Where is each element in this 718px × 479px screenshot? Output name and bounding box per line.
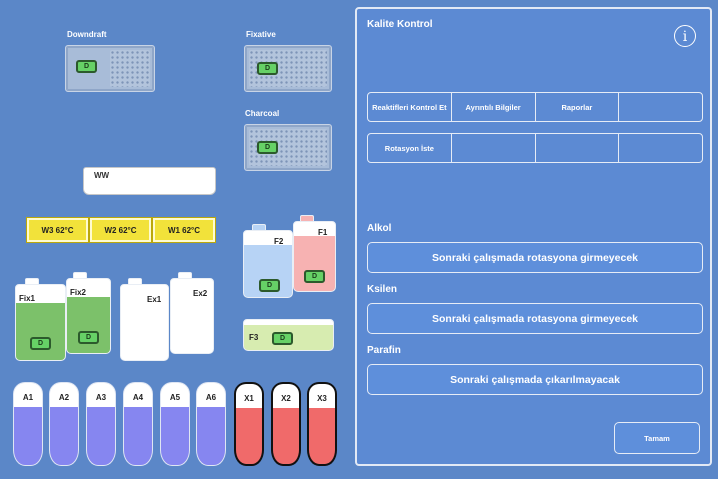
quality-control-panel: Kalite Kontrol i Reaktifleri Kontrol Et …: [355, 7, 712, 466]
bottle-ex1-label: Ex1: [147, 295, 162, 304]
tab-detailed-info[interactable]: Ayrıntılı Bilgiler: [452, 93, 536, 121]
tube-a1[interactable]: A1: [13, 382, 43, 466]
tube-x3[interactable]: X3: [307, 382, 337, 466]
tube-a6[interactable]: A6: [196, 382, 226, 466]
fixative-filter[interactable]: D: [244, 45, 332, 92]
tube-label: A3: [95, 393, 107, 402]
tube-label: A2: [58, 393, 70, 402]
bottle-ex2-label: Ex2: [193, 289, 208, 298]
bottle-fix1[interactable]: Fix1 D: [15, 284, 66, 361]
charcoal-label: Charcoal: [245, 109, 280, 118]
tube-x2[interactable]: X2: [271, 382, 301, 466]
tube-label: A6: [205, 393, 217, 402]
wax-w3[interactable]: W3 62°C: [27, 218, 88, 242]
tab-reports[interactable]: Raporlar: [536, 93, 620, 121]
tab-row-2: Rotasyon İste: [367, 133, 703, 163]
wax-w1[interactable]: W1 62°C: [153, 218, 215, 242]
paraffin-button[interactable]: Sonraki çalışmada çıkarılmayacak: [367, 364, 703, 395]
bottle-f2-status-button[interactable]: D: [259, 279, 280, 292]
bottle-ex1[interactable]: Ex1: [120, 284, 169, 361]
tube-label: A1: [22, 393, 34, 402]
bottle-fix1-status-button[interactable]: D: [30, 337, 51, 350]
tube-label: X3: [317, 394, 327, 403]
tab-empty: [536, 134, 620, 162]
tube-a5[interactable]: A5: [160, 382, 190, 466]
ok-button[interactable]: Tamam: [614, 422, 700, 454]
tab-check-reagents[interactable]: Reaktifleri Kontrol Et: [368, 93, 452, 121]
bottle-f3-status-button[interactable]: D: [272, 332, 293, 345]
xylene-rotation-button[interactable]: Sonraki çalışmada rotasyona girmeyecek: [367, 303, 703, 334]
alcohol-rotation-button[interactable]: Sonraki çalışmada rotasyona girmeyecek: [367, 242, 703, 273]
tube-label: X2: [281, 394, 291, 403]
tube-label: X1: [244, 394, 254, 403]
paraffin-heading: Parafin: [367, 345, 401, 356]
tab-empty: [452, 134, 536, 162]
bottle-fix1-label: Fix1: [19, 294, 36, 303]
bottle-f1[interactable]: F1 D: [293, 221, 336, 292]
bottle-f1-label: F1: [318, 228, 328, 237]
tab-request-rotation[interactable]: Rotasyon İste: [368, 134, 452, 162]
downdraft-label: Downdraft: [67, 30, 107, 39]
charcoal-filter[interactable]: D: [244, 124, 332, 171]
instrument-overview: Downdraft D Fixative D Charcoal D WW W3 …: [0, 0, 352, 479]
tube-a3[interactable]: A3: [86, 382, 116, 466]
info-icon[interactable]: i: [674, 25, 696, 47]
fixative-label: Fixative: [246, 30, 276, 39]
bottle-f2[interactable]: F2 D: [243, 230, 293, 298]
bottle-f1-status-button[interactable]: D: [304, 270, 325, 283]
bottle-f2-label: F2: [274, 237, 284, 246]
tube-a2[interactable]: A2: [49, 382, 79, 466]
xylene-heading: Ksilen: [367, 284, 398, 295]
filter-mesh: [110, 50, 150, 87]
downdraft-filter[interactable]: D: [65, 45, 155, 92]
bottle-f3[interactable]: F3 D: [243, 319, 334, 351]
tube-a4[interactable]: A4: [123, 382, 153, 466]
bottle-ex2[interactable]: Ex2: [170, 278, 214, 354]
bottle-fix2[interactable]: Fix2 D: [66, 278, 111, 354]
tab-row-1: Reaktifleri Kontrol Et Ayrıntılı Bilgile…: [367, 92, 703, 122]
tube-x1[interactable]: X1: [234, 382, 264, 466]
wax-bath-label: WW: [94, 171, 110, 180]
tube-label: A5: [169, 393, 181, 402]
tube-label: A4: [132, 393, 144, 402]
wax-bath[interactable]: WW: [83, 167, 216, 195]
wax-w2[interactable]: W2 62°C: [90, 218, 151, 242]
tab-empty: [619, 134, 702, 162]
bottle-fix2-label: Fix2: [70, 288, 87, 297]
panel-title: Kalite Kontrol: [367, 19, 433, 30]
downdraft-status-button[interactable]: D: [76, 60, 97, 73]
tab-empty: [619, 93, 702, 121]
bottle-f3-label: F3: [249, 333, 259, 342]
charcoal-status-button[interactable]: D: [257, 141, 278, 154]
bottle-fix2-status-button[interactable]: D: [78, 331, 99, 344]
alcohol-heading: Alkol: [367, 223, 392, 234]
fixative-status-button[interactable]: D: [257, 62, 278, 75]
